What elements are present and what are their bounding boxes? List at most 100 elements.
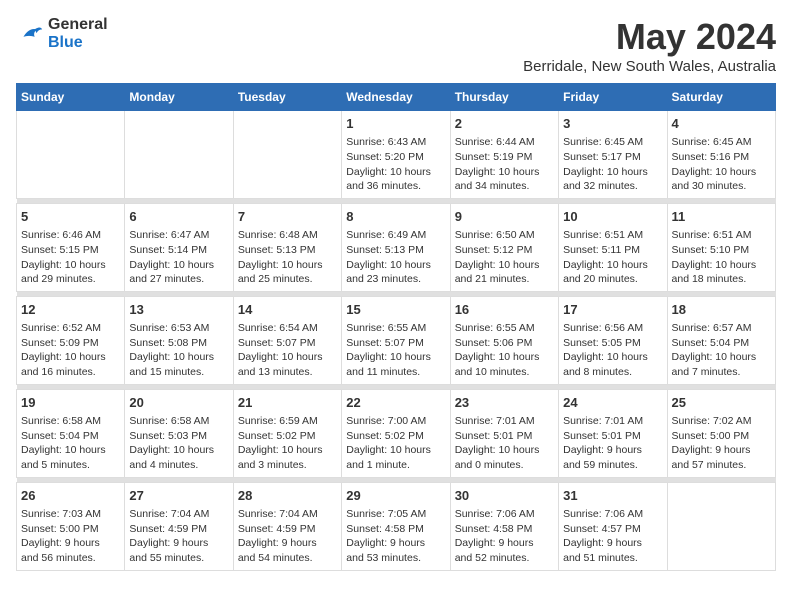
day-number: 14	[238, 301, 337, 319]
calendar-day-cell: 25 Sunrise: 7:02 AM Sunset: 5:00 PM Dayli…	[667, 389, 775, 477]
calendar-week-row: 5 Sunrise: 6:46 AM Sunset: 5:15 PM Daylig…	[17, 203, 776, 291]
day-info: Sunrise: 6:45 AM Sunset: 5:16 PM Dayligh…	[672, 135, 771, 194]
calendar-day-cell: 18 Sunrise: 6:57 AM Sunset: 5:04 PM Dayli…	[667, 296, 775, 384]
day-info: Sunrise: 6:47 AM Sunset: 5:14 PM Dayligh…	[129, 228, 228, 287]
calendar-day-cell: 21 Sunrise: 6:59 AM Sunset: 5:02 PM Dayli…	[233, 389, 341, 477]
day-number: 17	[563, 301, 662, 319]
day-number: 30	[455, 487, 554, 505]
day-number: 24	[563, 394, 662, 412]
day-info: Sunrise: 6:46 AM Sunset: 5:15 PM Dayligh…	[21, 228, 120, 287]
day-info: Sunrise: 7:00 AM Sunset: 5:02 PM Dayligh…	[346, 414, 445, 473]
calendar-day-cell: 14 Sunrise: 6:54 AM Sunset: 5:07 PM Dayli…	[233, 296, 341, 384]
day-number: 31	[563, 487, 662, 505]
day-number: 8	[346, 208, 445, 226]
calendar-day-cell: 15 Sunrise: 6:55 AM Sunset: 5:07 PM Dayli…	[342, 296, 450, 384]
calendar-day-cell: 31 Sunrise: 7:06 AM Sunset: 4:57 PM Dayli…	[559, 482, 667, 570]
day-info: Sunrise: 6:54 AM Sunset: 5:07 PM Dayligh…	[238, 321, 337, 380]
day-info: Sunrise: 7:06 AM Sunset: 4:57 PM Dayligh…	[563, 507, 662, 566]
calendar-day-cell: 20 Sunrise: 6:58 AM Sunset: 5:03 PM Dayli…	[125, 389, 233, 477]
day-info: Sunrise: 6:50 AM Sunset: 5:12 PM Dayligh…	[455, 228, 554, 287]
calendar-day-cell: 6 Sunrise: 6:47 AM Sunset: 5:14 PM Daylig…	[125, 203, 233, 291]
calendar-week-row: 1Sunrise: 6:43 AM Sunset: 5:20 PM Daylig…	[17, 111, 776, 199]
calendar-day-cell: 22 Sunrise: 7:00 AM Sunset: 5:02 PM Dayli…	[342, 389, 450, 477]
month-year-title: May 2024	[523, 16, 776, 58]
day-info: Sunrise: 6:52 AM Sunset: 5:09 PM Dayligh…	[21, 321, 120, 380]
calendar-day-cell: 3 Sunrise: 6:45 AM Sunset: 5:17 PM Daylig…	[559, 111, 667, 199]
day-number: 18	[672, 301, 771, 319]
title-block: May 2024 Berridale, New South Wales, Aus…	[523, 16, 776, 75]
logo: General Blue	[16, 16, 108, 52]
weekday-header-row: SundayMondayTuesdayWednesdayThursdayFrid…	[17, 84, 776, 111]
day-number: 19	[21, 394, 120, 412]
day-number: 12	[21, 301, 120, 319]
calendar-week-row: 12 Sunrise: 6:52 AM Sunset: 5:09 PM Dayli…	[17, 296, 776, 384]
day-info: Sunrise: 6:58 AM Sunset: 5:03 PM Dayligh…	[129, 414, 228, 473]
day-info: Sunrise: 6:57 AM Sunset: 5:04 PM Dayligh…	[672, 321, 771, 380]
day-info: Sunrise: 6:58 AM Sunset: 5:04 PM Dayligh…	[21, 414, 120, 473]
day-number: 20	[129, 394, 228, 412]
calendar-day-cell: 29 Sunrise: 7:05 AM Sunset: 4:58 PM Dayli…	[342, 482, 450, 570]
calendar-day-cell: 9 Sunrise: 6:50 AM Sunset: 5:12 PM Daylig…	[450, 203, 558, 291]
calendar-day-cell	[667, 482, 775, 570]
day-number: 4	[672, 115, 771, 133]
day-number: 11	[672, 208, 771, 226]
day-info: Sunrise: 6:51 AM Sunset: 5:11 PM Dayligh…	[563, 228, 662, 287]
calendar-day-cell	[233, 111, 341, 199]
day-info: Sunrise: 6:48 AM Sunset: 5:13 PM Dayligh…	[238, 228, 337, 287]
calendar-day-cell: 17 Sunrise: 6:56 AM Sunset: 5:05 PM Dayli…	[559, 296, 667, 384]
day-number: 22	[346, 394, 445, 412]
calendar-day-cell: 13Sunrise: 6:53 AM Sunset: 5:08 PM Dayli…	[125, 296, 233, 384]
day-info: Sunrise: 6:59 AM Sunset: 5:02 PM Dayligh…	[238, 414, 337, 473]
calendar-day-cell: 1Sunrise: 6:43 AM Sunset: 5:20 PM Daylig…	[342, 111, 450, 199]
calendar-day-cell: 4 Sunrise: 6:45 AM Sunset: 5:16 PM Daylig…	[667, 111, 775, 199]
location-subtitle: Berridale, New South Wales, Australia	[523, 58, 776, 75]
calendar-day-cell: 2 Sunrise: 6:44 AM Sunset: 5:19 PM Daylig…	[450, 111, 558, 199]
day-info: Sunrise: 7:04 AM Sunset: 4:59 PM Dayligh…	[129, 507, 228, 566]
calendar-day-cell: 11Sunrise: 6:51 AM Sunset: 5:10 PM Dayli…	[667, 203, 775, 291]
calendar-day-cell: 27Sunrise: 7:04 AM Sunset: 4:59 PM Dayli…	[125, 482, 233, 570]
calendar-day-cell: 19 Sunrise: 6:58 AM Sunset: 5:04 PM Dayli…	[17, 389, 125, 477]
day-number: 25	[672, 394, 771, 412]
calendar-week-row: 26 Sunrise: 7:03 AM Sunset: 5:00 PM Dayli…	[17, 482, 776, 570]
day-info: Sunrise: 6:45 AM Sunset: 5:17 PM Dayligh…	[563, 135, 662, 194]
day-info: Sunrise: 6:53 AM Sunset: 5:08 PM Dayligh…	[129, 321, 228, 380]
day-number: 26	[21, 487, 120, 505]
day-info: Sunrise: 7:02 AM Sunset: 5:00 PM Dayligh…	[672, 414, 771, 473]
logo-bird-icon	[16, 20, 44, 48]
day-number: 21	[238, 394, 337, 412]
calendar-table: SundayMondayTuesdayWednesdayThursdayFrid…	[16, 83, 776, 571]
day-info: Sunrise: 6:55 AM Sunset: 5:07 PM Dayligh…	[346, 321, 445, 380]
day-info: Sunrise: 7:05 AM Sunset: 4:58 PM Dayligh…	[346, 507, 445, 566]
calendar-day-cell: 5 Sunrise: 6:46 AM Sunset: 5:15 PM Daylig…	[17, 203, 125, 291]
day-number: 5	[21, 208, 120, 226]
calendar-day-cell: 7 Sunrise: 6:48 AM Sunset: 5:13 PM Daylig…	[233, 203, 341, 291]
calendar-day-cell	[17, 111, 125, 199]
calendar-day-cell: 26 Sunrise: 7:03 AM Sunset: 5:00 PM Dayli…	[17, 482, 125, 570]
day-info: Sunrise: 7:06 AM Sunset: 4:58 PM Dayligh…	[455, 507, 554, 566]
day-number: 15	[346, 301, 445, 319]
calendar-day-cell: 8 Sunrise: 6:49 AM Sunset: 5:13 PM Daylig…	[342, 203, 450, 291]
day-number: 2	[455, 115, 554, 133]
header-friday: Friday	[559, 84, 667, 111]
day-info: Sunrise: 7:04 AM Sunset: 4:59 PM Dayligh…	[238, 507, 337, 566]
day-number: 9	[455, 208, 554, 226]
day-info: Sunrise: 7:01 AM Sunset: 5:01 PM Dayligh…	[563, 414, 662, 473]
day-number: 29	[346, 487, 445, 505]
day-info: Sunrise: 7:03 AM Sunset: 5:00 PM Dayligh…	[21, 507, 120, 566]
header-monday: Monday	[125, 84, 233, 111]
day-number: 1	[346, 115, 445, 133]
day-number: 16	[455, 301, 554, 319]
day-info: Sunrise: 6:49 AM Sunset: 5:13 PM Dayligh…	[346, 228, 445, 287]
calendar-day-cell: 23Sunrise: 7:01 AM Sunset: 5:01 PM Dayli…	[450, 389, 558, 477]
day-number: 6	[129, 208, 228, 226]
day-info: Sunrise: 6:56 AM Sunset: 5:05 PM Dayligh…	[563, 321, 662, 380]
day-info: Sunrise: 6:44 AM Sunset: 5:19 PM Dayligh…	[455, 135, 554, 194]
day-number: 23	[455, 394, 554, 412]
day-number: 3	[563, 115, 662, 133]
calendar-week-row: 19 Sunrise: 6:58 AM Sunset: 5:04 PM Dayli…	[17, 389, 776, 477]
header-saturday: Saturday	[667, 84, 775, 111]
day-number: 10	[563, 208, 662, 226]
day-number: 7	[238, 208, 337, 226]
page-header: General Blue May 2024 Berridale, New Sou…	[16, 16, 776, 75]
calendar-day-cell: 24 Sunrise: 7:01 AM Sunset: 5:01 PM Dayli…	[559, 389, 667, 477]
